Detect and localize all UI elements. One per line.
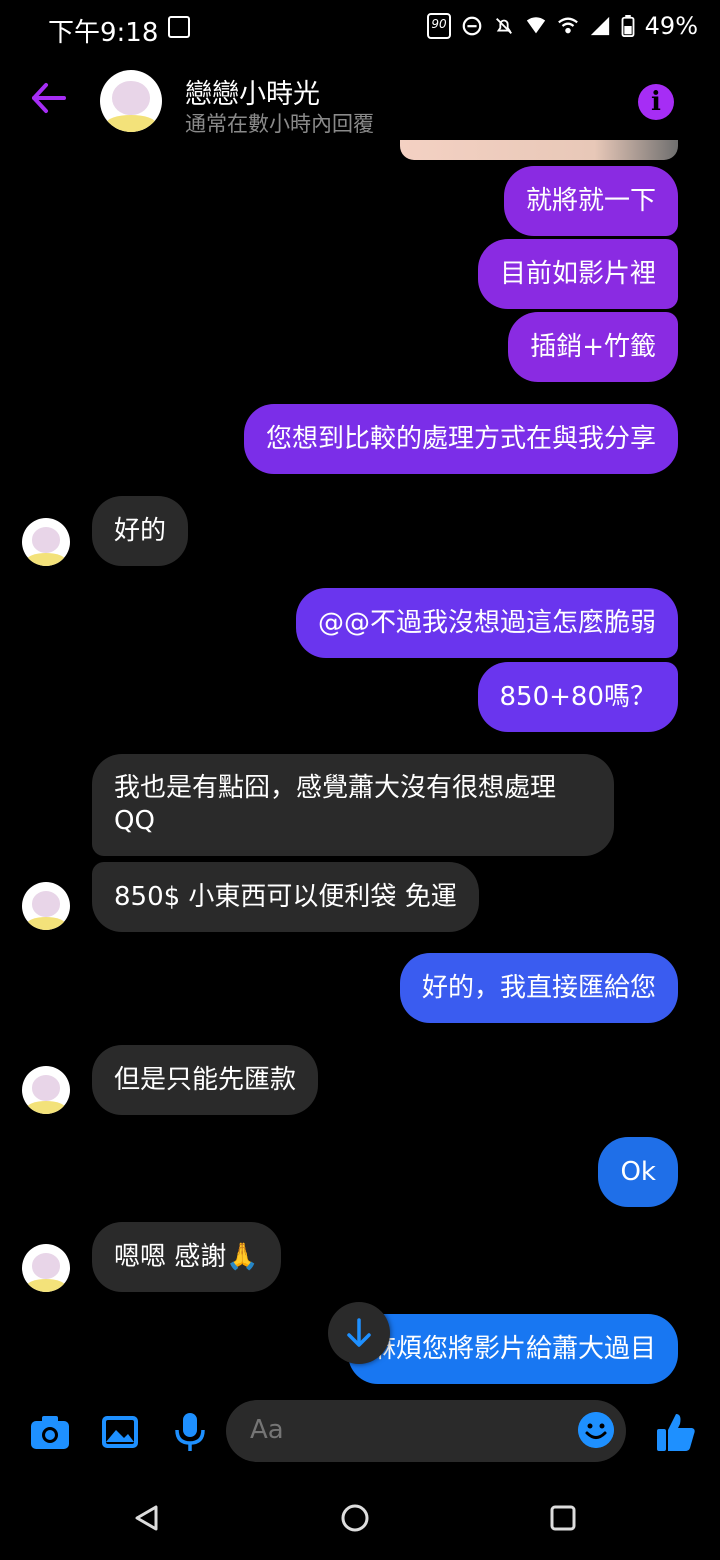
avatar-face bbox=[31, 526, 61, 553]
avatar-body bbox=[26, 1100, 66, 1114]
thumbs-up-icon[interactable] bbox=[654, 1410, 698, 1454]
refresh-rate-label: 90 bbox=[431, 17, 447, 31]
avatar-body bbox=[26, 552, 66, 566]
refresh-rate-icon: 90 bbox=[427, 13, 451, 39]
contact-status: 通常在數小時內回覆 bbox=[185, 112, 374, 136]
contact-avatar[interactable] bbox=[100, 70, 162, 132]
nav-back-icon[interactable] bbox=[134, 1504, 160, 1532]
avatar-face bbox=[31, 1074, 61, 1101]
system-nav-bar bbox=[0, 1470, 720, 1560]
arrow-down-icon bbox=[347, 1318, 371, 1347]
do-not-disturb-icon bbox=[462, 16, 482, 36]
image-icon[interactable] bbox=[98, 1410, 142, 1454]
message-bubble-outgoing[interactable]: 就將就一下 bbox=[503, 166, 678, 236]
status-bar: 下午9:18 90 49% bbox=[0, 0, 720, 56]
status-time: 下午9:18 bbox=[48, 18, 159, 48]
bell-off-icon bbox=[495, 18, 512, 34]
message-bubble-incoming[interactable]: 850$ 小東西可以便利袋 免運 bbox=[92, 862, 479, 932]
avatar-body bbox=[106, 114, 156, 132]
wifi-icon bbox=[557, 17, 578, 34]
battery-icon bbox=[621, 15, 635, 37]
contact-avatar-small[interactable] bbox=[22, 518, 70, 566]
message-bubble-outgoing[interactable]: 850+80嗎？ bbox=[477, 662, 678, 732]
status-icons: 90 49% bbox=[427, 12, 698, 40]
nav-home-icon[interactable] bbox=[340, 1503, 370, 1533]
message-bubble-outgoing[interactable]: 插銷+竹籤 bbox=[508, 312, 678, 382]
composer-bar bbox=[0, 1396, 720, 1468]
message-bubble-incoming[interactable]: 好的 bbox=[92, 496, 189, 566]
message-input[interactable] bbox=[248, 1414, 582, 1446]
info-icon[interactable]: i bbox=[638, 84, 674, 120]
contact-avatar-small[interactable] bbox=[22, 882, 70, 930]
message-bubble-outgoing[interactable]: 麻煩您將影片給蕭大過目 bbox=[347, 1314, 678, 1384]
message-bubble-outgoing[interactable]: 好的，我直接匯給您 bbox=[399, 953, 678, 1023]
chat-header: 戀戀小時光 通常在數小時內回覆 i bbox=[0, 56, 720, 148]
contact-avatar-small[interactable] bbox=[22, 1244, 70, 1292]
avatar-face bbox=[31, 1252, 61, 1279]
nav-recents-icon[interactable] bbox=[550, 1505, 576, 1531]
message-bubble-incoming[interactable]: 嗯嗯 感謝🙏 bbox=[92, 1222, 281, 1292]
smiley-icon[interactable] bbox=[578, 1412, 614, 1448]
message-bubble-outgoing[interactable]: Ok bbox=[598, 1137, 678, 1207]
message-bubble-outgoing[interactable]: 目前如影片裡 bbox=[477, 239, 678, 309]
message-bubble-outgoing[interactable]: 您想到比較的處理方式在與我分享 bbox=[243, 404, 678, 474]
avatar-face bbox=[31, 890, 61, 917]
battery-percent: 49% bbox=[644, 12, 698, 40]
avatar-body bbox=[26, 1278, 66, 1292]
avatar-body bbox=[26, 916, 66, 930]
camera-icon[interactable] bbox=[28, 1410, 72, 1454]
contact-avatar-small[interactable] bbox=[22, 1066, 70, 1114]
message-bubble-outgoing[interactable]: @@不過我沒想過這怎麼脆弱 bbox=[295, 588, 678, 658]
message-bubble-incoming[interactable]: 但是只能先匯款 bbox=[92, 1045, 319, 1115]
message-composer[interactable] bbox=[226, 1400, 626, 1462]
wifi-call-icon bbox=[526, 17, 545, 34]
arrow-left-icon[interactable] bbox=[28, 78, 68, 118]
gallery-notification-icon bbox=[168, 16, 190, 38]
shared-image-thumbnail[interactable] bbox=[400, 140, 678, 160]
microphone-icon[interactable] bbox=[168, 1410, 212, 1454]
signal-icon bbox=[590, 16, 609, 36]
contact-name[interactable]: 戀戀小時光 bbox=[185, 72, 320, 111]
message-bubble-incoming[interactable]: 我也是有點囧，感覺蕭大沒有很想處理 QQ bbox=[92, 754, 614, 856]
scroll-to-bottom-button[interactable] bbox=[328, 1302, 390, 1364]
avatar-face bbox=[112, 81, 150, 115]
